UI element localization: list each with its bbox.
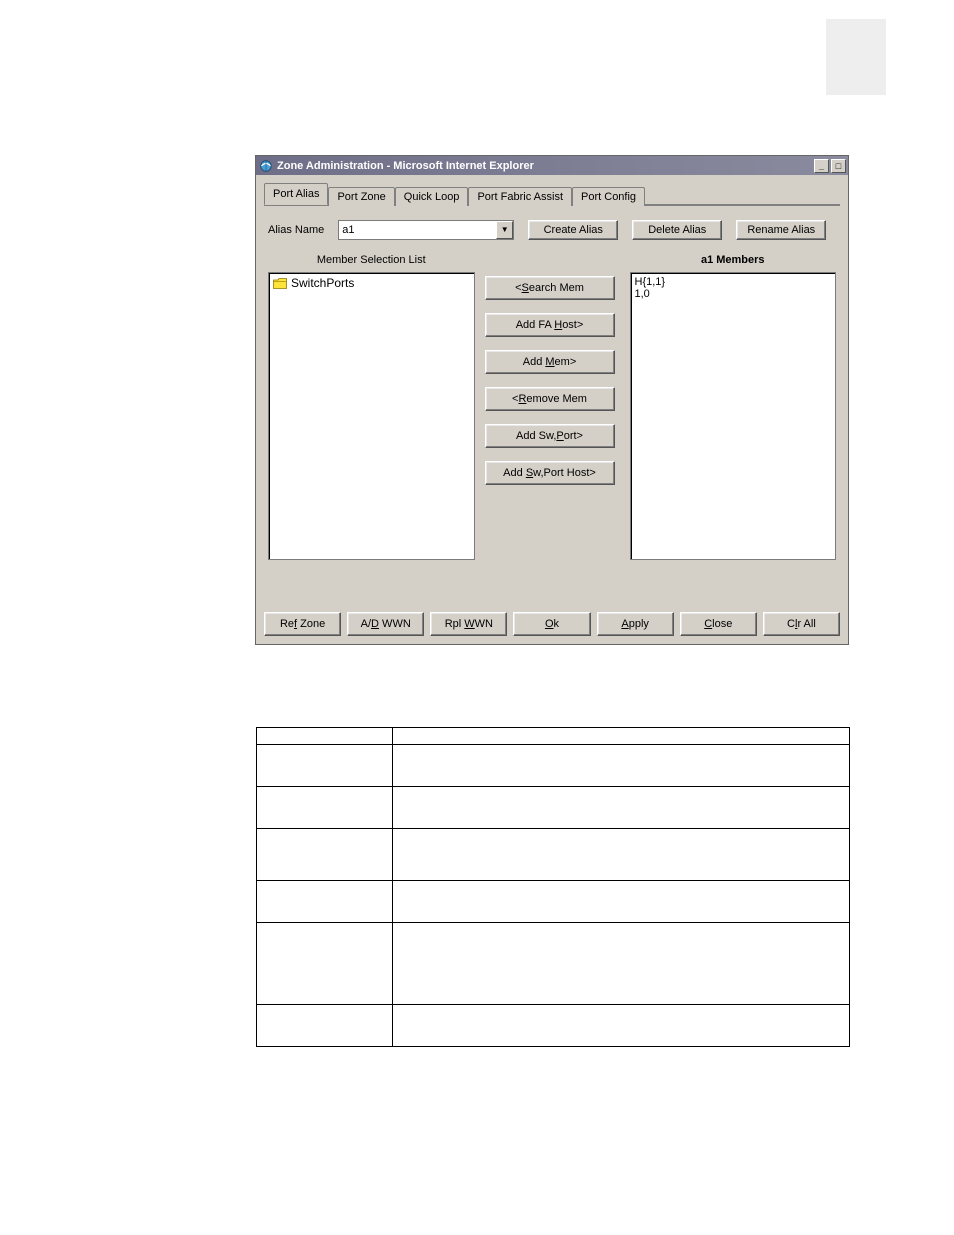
lists-area: Member Selection List SwitchPorts [264, 254, 840, 560]
member-selection-column: Member Selection List SwitchPorts [268, 254, 475, 560]
add-sw-port-host-button[interactable]: Add Sw,Port Host> [485, 461, 615, 485]
ok-button[interactable]: Ok [513, 612, 590, 636]
table-cell [257, 881, 393, 923]
table-cell [393, 881, 850, 923]
tab-port-config[interactable]: Port Config [572, 187, 645, 206]
alias-name-combo[interactable]: a1 ▼ [338, 220, 514, 240]
transfer-buttons-column: <Search Mem Add FA Host> Add Mem> <Remov… [485, 254, 620, 560]
table-header-cell [393, 728, 850, 745]
tab-port-fabric-assist[interactable]: Port Fabric Assist [468, 187, 572, 206]
bottom-button-bar: Ref Zone A/D WWN Rpl WWN Ok Apply Close [264, 612, 840, 636]
table-row [257, 728, 850, 745]
add-fa-host-button[interactable]: Add FA Host> [485, 313, 615, 337]
alias-name-label: Alias Name [268, 224, 324, 236]
tab-quick-loop[interactable]: Quick Loop [395, 187, 469, 206]
alias-members-list[interactable]: H{1,1} 1,0 [630, 272, 837, 560]
table-cell [257, 923, 393, 1005]
alias-name-value: a1 [342, 224, 354, 236]
ref-zone-button[interactable]: Ref Zone [264, 612, 341, 636]
table-cell [257, 745, 393, 787]
rpl-wwn-button[interactable]: Rpl WWN [430, 612, 507, 636]
margin-box [826, 19, 886, 95]
switchports-label: SwitchPorts [291, 276, 354, 290]
remove-mem-button[interactable]: <Remove Mem [485, 387, 615, 411]
add-mem-button[interactable]: Add Mem> [485, 350, 615, 374]
member-selection-list[interactable]: SwitchPorts [268, 272, 475, 560]
table-cell [257, 787, 393, 829]
tab-port-alias[interactable]: Port Alias [264, 183, 328, 205]
page: Zone Administration - Microsoft Internet… [0, 0, 954, 1235]
table-row [257, 787, 850, 829]
apply-button[interactable]: Apply [597, 612, 674, 636]
list-item[interactable]: H{1,1} [635, 276, 832, 288]
titlebar: Zone Administration - Microsoft Internet… [256, 156, 848, 175]
table-row [257, 829, 850, 881]
search-mem-button[interactable]: <Search Mem [485, 276, 615, 300]
table-row [257, 745, 850, 787]
maximize-button[interactable]: □ [831, 159, 846, 173]
member-selection-header: Member Selection List [268, 254, 475, 266]
create-alias-button[interactable]: Create Alias [528, 220, 618, 240]
table-cell [257, 1005, 393, 1047]
table-cell [257, 829, 393, 881]
tab-row: Port Alias Port Zone Quick Loop Port Fab… [264, 183, 840, 205]
delete-alias-button[interactable]: Delete Alias [632, 220, 722, 240]
folder-icon [273, 278, 287, 289]
window-title: Zone Administration - Microsoft Internet… [277, 160, 534, 172]
alias-members-header: a1 Members [630, 254, 837, 266]
table-cell [393, 923, 850, 1005]
close-button[interactable]: Close [680, 612, 757, 636]
tab-port-zone[interactable]: Port Zone [328, 187, 394, 206]
alias-name-row: Alias Name a1 ▼ Create Alias Delete Alia… [264, 220, 840, 240]
table-cell [393, 1005, 850, 1047]
ad-wwn-button[interactable]: A/D WWN [347, 612, 424, 636]
table-cell [393, 787, 850, 829]
table-row [257, 923, 850, 1005]
clr-all-button[interactable]: Clr All [763, 612, 840, 636]
rename-alias-button[interactable]: Rename Alias [736, 220, 826, 240]
minimize-button[interactable]: _ [814, 159, 829, 173]
list-item[interactable]: 1,0 [635, 288, 832, 300]
window-controls: _ □ [812, 159, 848, 173]
table-row [257, 881, 850, 923]
table-cell [393, 829, 850, 881]
ie-icon [259, 159, 273, 173]
switchports-tree-item[interactable]: SwitchPorts [273, 276, 470, 290]
table-row [257, 1005, 850, 1047]
table-header-cell [257, 728, 393, 745]
combo-dropdown-button[interactable]: ▼ [496, 221, 513, 239]
table-cell [393, 745, 850, 787]
description-table [256, 727, 850, 1047]
zone-admin-window: Zone Administration - Microsoft Internet… [255, 155, 849, 645]
client-area: Port Alias Port Zone Quick Loop Port Fab… [256, 175, 848, 644]
alias-members-column: a1 Members H{1,1} 1,0 [630, 254, 837, 560]
add-sw-port-button[interactable]: Add Sw,Port> [485, 424, 615, 448]
